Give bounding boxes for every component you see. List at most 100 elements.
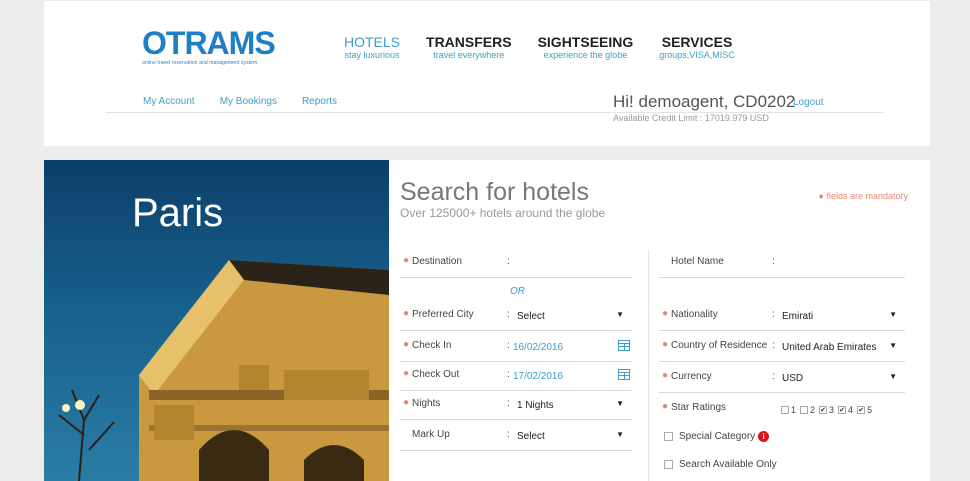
- calendar-icon[interactable]: [618, 340, 630, 351]
- preferred-city-select[interactable]: ● Preferred City : Select ▼: [400, 301, 632, 331]
- star-2-checkbox[interactable]: [800, 406, 809, 414]
- search-available-label: Search Available Only: [679, 459, 777, 470]
- logo-tagline: online travel reservation and management…: [142, 60, 258, 66]
- colon: :: [507, 369, 510, 380]
- search-title: Search for hotels: [400, 178, 589, 206]
- currency-label: Currency: [671, 371, 712, 382]
- colon: :: [772, 340, 775, 351]
- check-out-date[interactable]: 17/02/2016: [513, 371, 563, 382]
- dropdown-arrow-icon[interactable]: ▼: [889, 341, 897, 350]
- star-4-label: 4: [848, 405, 854, 415]
- star-ratings-options: 1 2 ✔ 3 ✔ 4 ✔ 5: [781, 405, 876, 415]
- required-marker: ●: [662, 339, 669, 350]
- star-option-5[interactable]: ✔ 5: [857, 405, 872, 415]
- colon: :: [507, 309, 510, 320]
- special-category-checkbox[interactable]: [664, 432, 673, 441]
- header: OTRAMS online travel reservation and man…: [44, 1, 930, 146]
- star-2-label: 2: [810, 405, 816, 415]
- dropdown-arrow-icon[interactable]: ▼: [889, 310, 897, 319]
- preferred-city-label: Preferred City: [412, 309, 474, 320]
- search-available-option[interactable]: Search Available Only: [664, 459, 777, 470]
- residence-label: Country of Residence: [671, 340, 768, 351]
- nav-sightseeing-title: SIGHTSEEING: [537, 34, 634, 50]
- destination-label: Destination: [412, 256, 463, 267]
- main-nav: HOTELS stay luxurious TRANSFERS travel e…: [344, 34, 761, 60]
- colon: :: [507, 398, 510, 409]
- nav-services-title: SERVICES: [661, 34, 733, 50]
- required-marker: ●: [403, 397, 410, 408]
- star-option-4[interactable]: ✔ 4: [838, 405, 853, 415]
- my-bookings-link[interactable]: My Bookings: [220, 96, 277, 107]
- column-divider: [648, 250, 649, 481]
- required-marker: ●: [403, 368, 410, 379]
- nav-transfers[interactable]: TRANSFERS travel everywhere: [426, 34, 512, 60]
- check-in-label: Check In: [412, 340, 452, 351]
- logout-link[interactable]: Logout: [793, 97, 824, 108]
- required-marker: ●: [403, 339, 410, 350]
- star-3-checkbox[interactable]: ✔: [819, 406, 828, 414]
- nights-label: Nights: [412, 398, 441, 409]
- residence-select[interactable]: ● Country of Residence : United Arab Emi…: [659, 332, 905, 362]
- dropdown-arrow-icon[interactable]: ▼: [889, 372, 897, 381]
- residence-value: United Arab Emirates: [782, 342, 877, 353]
- account-links: My Account My Bookings Reports: [143, 96, 362, 107]
- hotel-name-field[interactable]: Hotel Name :: [659, 248, 905, 278]
- colon: :: [772, 256, 775, 267]
- dropdown-arrow-icon[interactable]: ▼: [616, 430, 624, 439]
- star-4-checkbox[interactable]: ✔: [838, 406, 847, 414]
- preferred-city-value: Select: [517, 311, 545, 322]
- hotel-search-panel: Search for hotels Over 125000+ hotels ar…: [389, 160, 930, 481]
- star-option-2[interactable]: 2: [800, 405, 815, 415]
- required-marker: ●: [662, 370, 669, 381]
- calendar-icon[interactable]: [618, 369, 630, 380]
- nights-select[interactable]: ● Nights : 1 Nights ▼: [400, 390, 632, 420]
- search-available-checkbox[interactable]: [664, 460, 673, 469]
- required-marker: ●: [662, 401, 669, 412]
- nav-sightseeing-sub: experience the globe: [543, 50, 628, 60]
- user-greeting: Hi! demoagent, CD0202: [613, 92, 796, 111]
- check-out-label: Check Out: [412, 369, 460, 380]
- star-option-3[interactable]: ✔ 3: [819, 405, 834, 415]
- destination-city-title: Paris: [132, 191, 224, 235]
- credit-limit: Available Credit Limit : 17019.979 USD: [613, 113, 769, 123]
- currency-value: USD: [782, 373, 804, 384]
- markup-select[interactable]: Mark Up : Select ▼: [400, 421, 632, 451]
- nav-hotels[interactable]: HOTELS stay luxurious: [344, 34, 400, 60]
- nav-sightseeing[interactable]: SIGHTSEEING experience the globe: [538, 34, 634, 60]
- star-1-checkbox[interactable]: [781, 406, 789, 414]
- nationality-select[interactable]: ● Nationality : Emirati ▼: [659, 301, 905, 331]
- currency-select[interactable]: ● Currency : USD ▼: [659, 363, 905, 393]
- colon: :: [772, 309, 775, 320]
- mandatory-note: ● fields are mandatory: [818, 191, 908, 201]
- colon: :: [507, 256, 510, 267]
- star-option-1[interactable]: 1: [781, 405, 796, 415]
- required-marker: ●: [403, 308, 410, 319]
- nav-services-sub: groups,VISA,MISC: [659, 50, 735, 60]
- my-account-link[interactable]: My Account: [143, 96, 195, 107]
- nights-value: 1 Nights: [517, 400, 554, 411]
- star-3-label: 3: [829, 405, 835, 415]
- star-1-label: 1: [791, 405, 797, 415]
- special-category-option[interactable]: Special Category i: [664, 431, 770, 442]
- dropdown-arrow-icon[interactable]: ▼: [616, 399, 624, 408]
- info-icon[interactable]: i: [758, 431, 770, 442]
- required-marker: ●: [403, 255, 410, 266]
- search-subtitle: Over 125000+ hotels around the globe: [400, 206, 606, 220]
- dropdown-arrow-icon[interactable]: ▼: [616, 310, 624, 319]
- check-out-field[interactable]: ● Check Out : 17/02/2016: [400, 361, 632, 391]
- nav-hotels-title: HOTELS: [344, 34, 401, 50]
- markup-label: Mark Up: [412, 429, 450, 440]
- or-separator: OR: [510, 286, 525, 297]
- nav-services[interactable]: SERVICES groups,VISA,MISC: [659, 34, 735, 60]
- check-in-date[interactable]: 16/02/2016: [513, 342, 563, 353]
- star-5-checkbox[interactable]: ✔: [857, 406, 866, 414]
- star-5-label: 5: [867, 405, 873, 415]
- destination-field[interactable]: ● Destination :: [400, 248, 632, 278]
- nav-transfers-sub: travel everywhere: [433, 50, 505, 60]
- logo[interactable]: OTRAMS online travel reservation and man…: [142, 27, 276, 66]
- special-category-label: Special Category: [679, 431, 756, 442]
- reports-link[interactable]: Reports: [302, 96, 337, 107]
- check-in-field[interactable]: ● Check In : 16/02/2016: [400, 332, 632, 362]
- nationality-label: Nationality: [671, 309, 718, 320]
- markup-value: Select: [517, 431, 545, 442]
